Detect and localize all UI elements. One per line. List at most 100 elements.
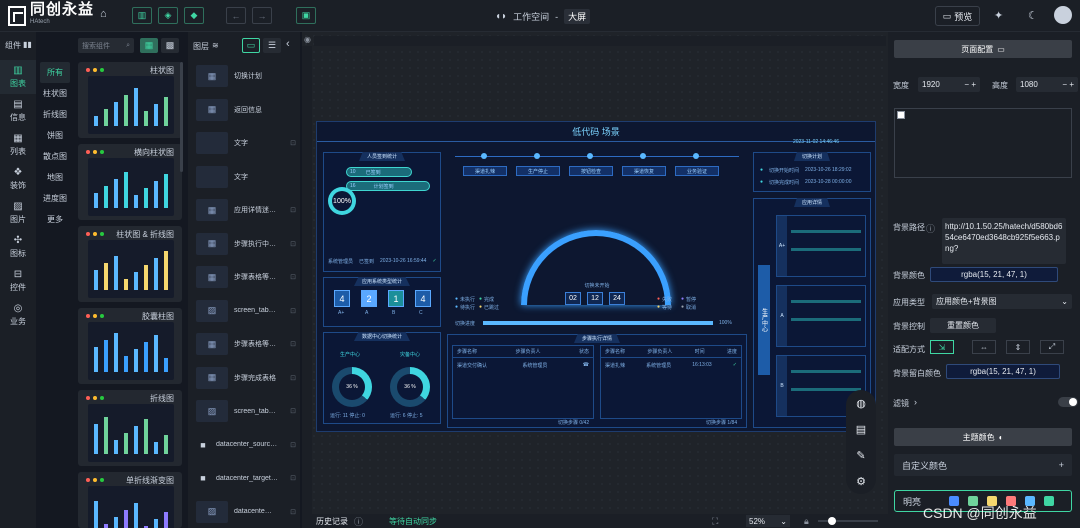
layer-item[interactable]: ▨ screen_tab… ⊡ [196, 295, 296, 327]
step-pill[interactable]: 渠道恢复 [622, 166, 666, 176]
lock-icon[interactable]: ⊡ [290, 508, 296, 516]
help-icon[interactable]: ⓘ [354, 515, 363, 528]
category-item[interactable]: 散点图 [40, 146, 70, 167]
zoom-select[interactable]: 52% ⌄ [746, 515, 790, 527]
lock-icon[interactable]: ⊡ [290, 139, 296, 147]
theme-color-button[interactable]: 主题颜色 ◐ [894, 428, 1072, 446]
rail-item-1[interactable]: ▤ 信息 [0, 94, 36, 128]
chart-toggle-button[interactable]: ▥ [132, 7, 152, 24]
preview-button[interactable]: ▭ 预览 [935, 6, 980, 26]
lock-icon[interactable]: ⊡ [290, 407, 296, 415]
home-icon[interactable]: ⌂ [100, 8, 107, 20]
stepper-icon[interactable]: − + [1062, 80, 1074, 89]
rail-item-6[interactable]: ⊟ 控件 [0, 264, 36, 298]
fit-height-icon[interactable]: ⇕ [1006, 340, 1030, 354]
redo-button[interactable]: → [252, 7, 272, 24]
component-card[interactable]: 柱状图 & 折线图 [78, 226, 182, 302]
step-pill[interactable]: 生产停止 [516, 166, 560, 176]
layer-item[interactable]: ▦ 步骤表格等… ⊡ [196, 328, 296, 360]
layer-toggle-button[interactable]: ◈ [158, 7, 178, 24]
component-search-input[interactable]: 搜索组件 ⌕ [78, 38, 134, 53]
category-item[interactable]: 地图 [40, 167, 70, 188]
layer-item[interactable]: 文字 [196, 161, 296, 193]
layer-item[interactable]: ▨ datacente… ⊡ [196, 496, 296, 528]
card-view-button[interactable]: ▦ [140, 38, 158, 53]
workspace-tag[interactable]: 大屏 [564, 9, 591, 24]
category-item[interactable]: 柱状图 [40, 83, 70, 104]
lock-icon[interactable]: 🔒︎ [804, 516, 809, 527]
eye-icon[interactable]: ◉ [304, 35, 311, 44]
component-scrollbar[interactable] [180, 62, 183, 172]
reset-color-button[interactable]: 重置颜色 [930, 318, 996, 333]
component-card[interactable]: 横向柱状图 [78, 144, 182, 220]
filter-toggle[interactable] [1058, 397, 1078, 407]
component-card[interactable]: 柱状图 [78, 62, 182, 138]
lock-icon[interactable]: ⊡ [290, 273, 296, 281]
lock-icon[interactable]: ⊡ [290, 206, 296, 214]
category-item[interactable]: 饼图 [40, 125, 70, 146]
save-button[interactable]: ▣ [296, 7, 316, 24]
layer-item[interactable]: ■ datacenter_sourc… ⊡ [196, 429, 296, 461]
blank-color-input[interactable]: rgba(15, 21, 47, 1) [946, 364, 1060, 379]
style-toggle-button[interactable]: ◆ [184, 7, 204, 24]
app-center-tab[interactable]: 生产中心 [758, 265, 770, 375]
lock-icon[interactable]: ⊡ [290, 340, 296, 348]
moon-icon[interactable]: ☾ [1028, 9, 1038, 22]
clipboard-icon[interactable]: ▤ [856, 423, 866, 436]
layer-item[interactable]: 文字 ⊡ [196, 127, 296, 159]
bg-color-input[interactable]: rgba(15, 21, 47, 1) [930, 267, 1058, 282]
layer-thumb-view-button[interactable]: ▭ [242, 38, 260, 53]
layer-list-view-button[interactable]: ☰ [263, 38, 281, 53]
component-card[interactable]: 折线图 [78, 390, 182, 466]
layer-item[interactable]: ■ datacenter_target… ⊡ [196, 462, 296, 494]
rail-item-3[interactable]: ❖ 装饰 [0, 162, 36, 196]
layer-item[interactable]: ▦ 切换计划 [196, 60, 296, 92]
bg-path-input[interactable]: http://10.1.50.25/hatech/d580bd654ce6470… [942, 218, 1066, 264]
component-card[interactable]: 胶囊柱图 [78, 308, 182, 384]
fit-screen-icon[interactable]: ⛶ [712, 516, 718, 527]
zoom-slider-handle[interactable] [828, 517, 836, 525]
rail-item-0[interactable]: ▥ 图表 [0, 60, 36, 94]
plus-icon[interactable]: + [1059, 460, 1064, 470]
rail-item-5[interactable]: ✣ 图标 [0, 230, 36, 264]
page-config-button[interactable]: 页面配置 ▭ [894, 40, 1072, 58]
undo-button[interactable]: ← [226, 7, 246, 24]
component-card[interactable]: 单折线渐变图 [78, 472, 182, 528]
grid-view-button[interactable]: ▩ [161, 38, 179, 53]
layer-item[interactable]: ▦ 返回信息 [196, 94, 296, 126]
layer-item[interactable]: ▦ 应用详情迷… ⊡ [196, 194, 296, 226]
step-pill[interactable]: 渠道扎辣 [463, 166, 507, 176]
layer-item[interactable]: ▦ 步骤完成表格 ⊡ [196, 362, 296, 394]
category-item[interactable]: 折线图 [40, 104, 70, 125]
settings-icon[interactable]: ⚙ [856, 475, 866, 488]
magic-wand-icon[interactable]: ✦ [994, 9, 1003, 22]
globe-icon[interactable]: ◍ [856, 397, 866, 410]
height-input[interactable]: 1080 − + [1016, 77, 1078, 92]
avatar[interactable] [1054, 6, 1072, 24]
step-pill[interactable]: 按钮检查 [569, 166, 613, 176]
stepper-icon[interactable]: − + [964, 80, 976, 89]
collapse-panel-icon[interactable]: ‹ [286, 38, 290, 50]
layer-item[interactable]: ▦ 步骤表格等… ⊡ [196, 261, 296, 293]
lock-icon[interactable]: ⊡ [290, 441, 296, 449]
lock-icon[interactable]: ⊡ [290, 374, 296, 382]
rail-item-4[interactable]: ▨ 图片 [0, 196, 36, 230]
rail-item-2[interactable]: ▦ 列表 [0, 128, 36, 162]
history-button[interactable]: 历史记录 [316, 516, 348, 527]
apply-type-select[interactable]: 应用颜色+背景图 ⌄ [932, 294, 1072, 309]
custom-color-row[interactable]: 自定义颜色 + [894, 454, 1072, 476]
zoom-slider[interactable] [818, 517, 878, 525]
fit-fill-icon[interactable]: ⤢ [1040, 340, 1064, 354]
background-image-preview[interactable] [894, 108, 1072, 178]
lock-icon[interactable]: ⊡ [290, 307, 296, 315]
category-item[interactable]: 更多 [40, 209, 70, 230]
fit-width-icon[interactable]: ⇔ [972, 340, 996, 354]
chevron-right-icon[interactable]: › [914, 397, 917, 407]
category-item[interactable]: 进度图 [40, 188, 70, 209]
edit-icon[interactable]: ✎ [856, 449, 865, 462]
layer-item[interactable]: ▦ 步骤执行中… ⊡ [196, 228, 296, 260]
fit-auto-icon[interactable]: ⇲ [930, 340, 954, 354]
layer-item[interactable]: ▨ screen_tab… ⊡ [196, 395, 296, 427]
lock-icon[interactable]: ⊡ [290, 240, 296, 248]
rail-item-7[interactable]: ◎ 业务 [0, 298, 36, 332]
